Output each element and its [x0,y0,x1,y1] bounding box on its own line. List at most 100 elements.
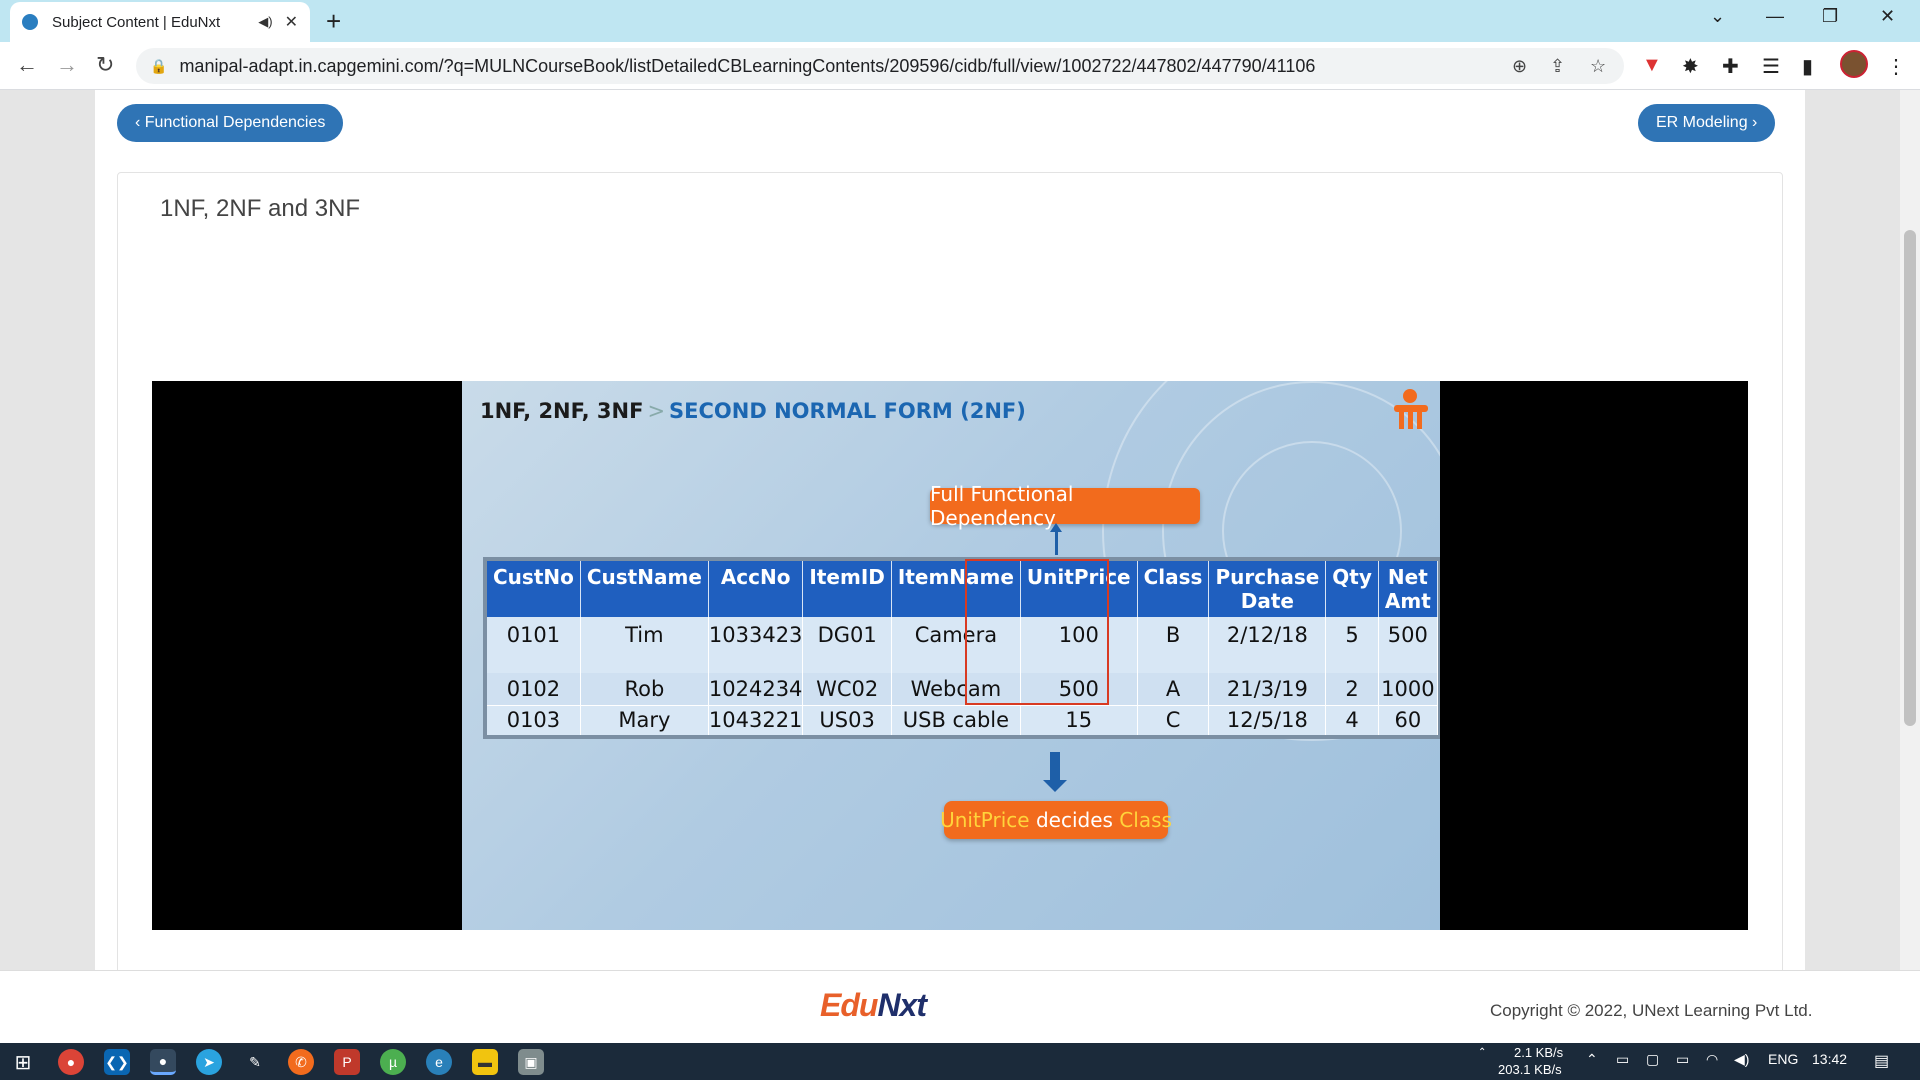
url-text: manipal-adapt.in.capgemini.com/?q=MULNCo… [179,55,1316,76]
net-upload-speed: 2.1 KB/s [1514,1045,1564,1060]
table-cell: 21/3/19 [1208,673,1327,705]
chrome-icon[interactable]: ● [58,1049,84,1075]
table-cell: A [1137,673,1210,705]
table-cell: C [1137,704,1210,735]
windows-start-icon[interactable]: ⊞ [10,1049,36,1075]
table-cell: DG01 [802,617,892,673]
photos-icon[interactable]: ▣ [518,1049,544,1075]
forward-icon[interactable]: → [56,52,78,78]
back-icon[interactable]: ← [16,52,38,78]
unitprice-decides-class-callout: UnitPrice decides Class [940,801,1172,839]
column-header: Qty [1325,561,1379,617]
edunxt-logo: EduNxt [820,987,927,1024]
address-bar[interactable]: 🔒 manipal-adapt.in.capgemini.com/?q=MULN… [136,48,1624,84]
menu-kebab-icon[interactable]: ⋮ [1886,54,1906,79]
callout-decides: decides [1029,808,1120,832]
table-cell: 0103 [487,704,581,735]
table-header-row: CustNo CustName AccNo ItemID ItemName Un… [487,561,1438,617]
crumb-parent: 1NF, 2NF, 3NF [480,399,644,423]
reload-icon[interactable]: ↻ [96,52,114,78]
window-close-icon[interactable]: ✕ [1880,6,1895,27]
table-cell: 1033423 [708,617,804,673]
speaker-icon[interactable]: ◀) [258,14,272,30]
net-download-speed: 203.1 KB/s [1498,1062,1562,1077]
callout-class: Class [1119,808,1172,832]
extension-icon[interactable]: ✸ [1682,54,1699,79]
unitprice-class-highlight-box [965,559,1109,705]
language-indicator[interactable]: ENG [1768,1051,1798,1067]
lock-icon[interactable]: 🔒 [150,58,167,75]
arrow-down-icon [1043,752,1067,792]
volume-icon[interactable]: ◀) [1734,1051,1749,1068]
browser-tab[interactable]: Subject Content | EduNxt ◀) ✕ [10,2,310,42]
tab-title: Subject Content | EduNxt [52,13,221,31]
crumb-separator: > [647,399,666,423]
pocket-extension-icon[interactable]: ▼ [1642,54,1662,77]
table-row: 0101 Tim 1033423 DG01 Camera 100 B 2/12/… [487,617,1438,673]
table-cell: 2/12/18 [1208,617,1327,673]
clock[interactable]: 13:42 [1812,1051,1847,1067]
reading-list-icon[interactable]: ☰ [1762,54,1780,79]
chrome-active-icon[interactable]: ● [150,1049,176,1075]
new-tab-icon[interactable]: + [326,6,341,37]
edge-icon[interactable]: e [426,1049,452,1075]
share-icon[interactable]: ⇪ [1550,48,1565,84]
full-functional-dependency-callout: Full Functional Dependency [930,482,1200,530]
bookmark-star-icon[interactable]: ☆ [1590,48,1606,84]
vscode-icon[interactable]: ❮❯ [104,1049,130,1075]
slide-breadcrumb: 1NF, 2NF, 3NF > SECOND NORMAL FORM (2NF) [480,399,1026,423]
table-cell: 0101 [487,617,581,673]
next-topic-button[interactable]: ER Modeling › [1638,104,1776,142]
side-panel-icon[interactable]: ▮ [1802,54,1813,79]
postman-icon[interactable]: ✆ [288,1049,314,1075]
page-scrollbar[interactable] [1900,90,1920,1043]
prev-topic-button[interactable]: ‹ Functional Dependencies [117,104,344,142]
notifications-icon[interactable]: ▤ [1874,1051,1889,1071]
meet-now-icon[interactable]: ▢ [1646,1051,1659,1068]
table-cell: 12/5/18 [1208,704,1327,735]
minimize-icon[interactable]: — [1766,6,1784,27]
table-cell: Mary [580,704,709,735]
tray-up-arrow-icon[interactable]: ⌃ [1478,1047,1486,1058]
column-header: CustName [580,561,709,617]
battery-icon[interactable]: ▭ [1676,1051,1689,1068]
powerpoint-icon[interactable]: P [334,1049,360,1075]
table-cell: 60 [1378,704,1438,735]
tab-close-icon[interactable]: ✕ [285,12,298,32]
table-cell: 1043221 [708,704,804,735]
slide-frame: 1NF, 2NF, 3NF > SECOND NORMAL FORM (2NF) F… [462,381,1440,930]
table-cell: 2 [1325,673,1379,705]
restore-icon[interactable]: ❐ [1822,6,1838,27]
table-row: 0102 Rob 1024234 WC02 Webcam 500 A 21/3/… [487,673,1438,705]
copyright-text: Copyright © 2022, UNext Learning Pvt Ltd… [1490,1001,1813,1020]
column-header: Purchase Date [1208,561,1327,617]
file-explorer-icon[interactable]: ▬ [472,1049,498,1075]
windows-taskbar: ⊞ ● ❮❯ ● ➤ ✎ ✆ P µ e ▬ ▣ ⌃ 2.1 KB/s 203.… [0,1043,1920,1080]
site-footer: EduNxt Copyright © 2022, UNext Learning … [0,970,1920,1043]
table-row: 0103 Mary 1043221 US03 USB cable 15 C 12… [487,704,1438,735]
wifi-icon[interactable]: ◠ [1706,1051,1718,1068]
table-cell: 5 [1325,617,1379,673]
table-cell: 0102 [487,673,581,705]
browser-tab-strip: Subject Content | EduNxt ◀) ✕ + ⌄ — ❐ ✕ [0,0,1920,42]
show-hidden-icons-icon[interactable]: ⌃ [1586,1051,1598,1068]
data-table: CustNo CustName AccNo ItemID ItemName Un… [487,561,1438,735]
tab-search-icon[interactable]: ⌄ [1710,6,1725,27]
table-cell: B [1137,617,1210,673]
crumb-current: SECOND NORMAL FORM (2NF) [669,399,1026,423]
table-cell: 1024234 [708,673,804,705]
profile-avatar[interactable] [1840,50,1868,78]
tablet-icon[interactable]: ▭ [1616,1051,1629,1068]
utorrent-icon[interactable]: µ [380,1049,406,1075]
arrow-up-icon [1050,523,1062,555]
brand-nxt: Nxt [877,987,927,1023]
scrollbar-thumb[interactable] [1904,230,1916,726]
puzzle-extensions-icon[interactable]: ✚ [1722,54,1739,79]
column-header: CustNo [487,561,581,617]
column-header: ItemID [802,561,892,617]
telegram-icon[interactable]: ➤ [196,1049,222,1075]
zoom-icon[interactable]: ⊕ [1512,48,1527,84]
column-header: Class [1137,561,1210,617]
video-player[interactable]: 1NF, 2NF, 3NF > SECOND NORMAL FORM (2NF) F… [152,381,1748,930]
inkscape-icon[interactable]: ✎ [242,1049,268,1075]
